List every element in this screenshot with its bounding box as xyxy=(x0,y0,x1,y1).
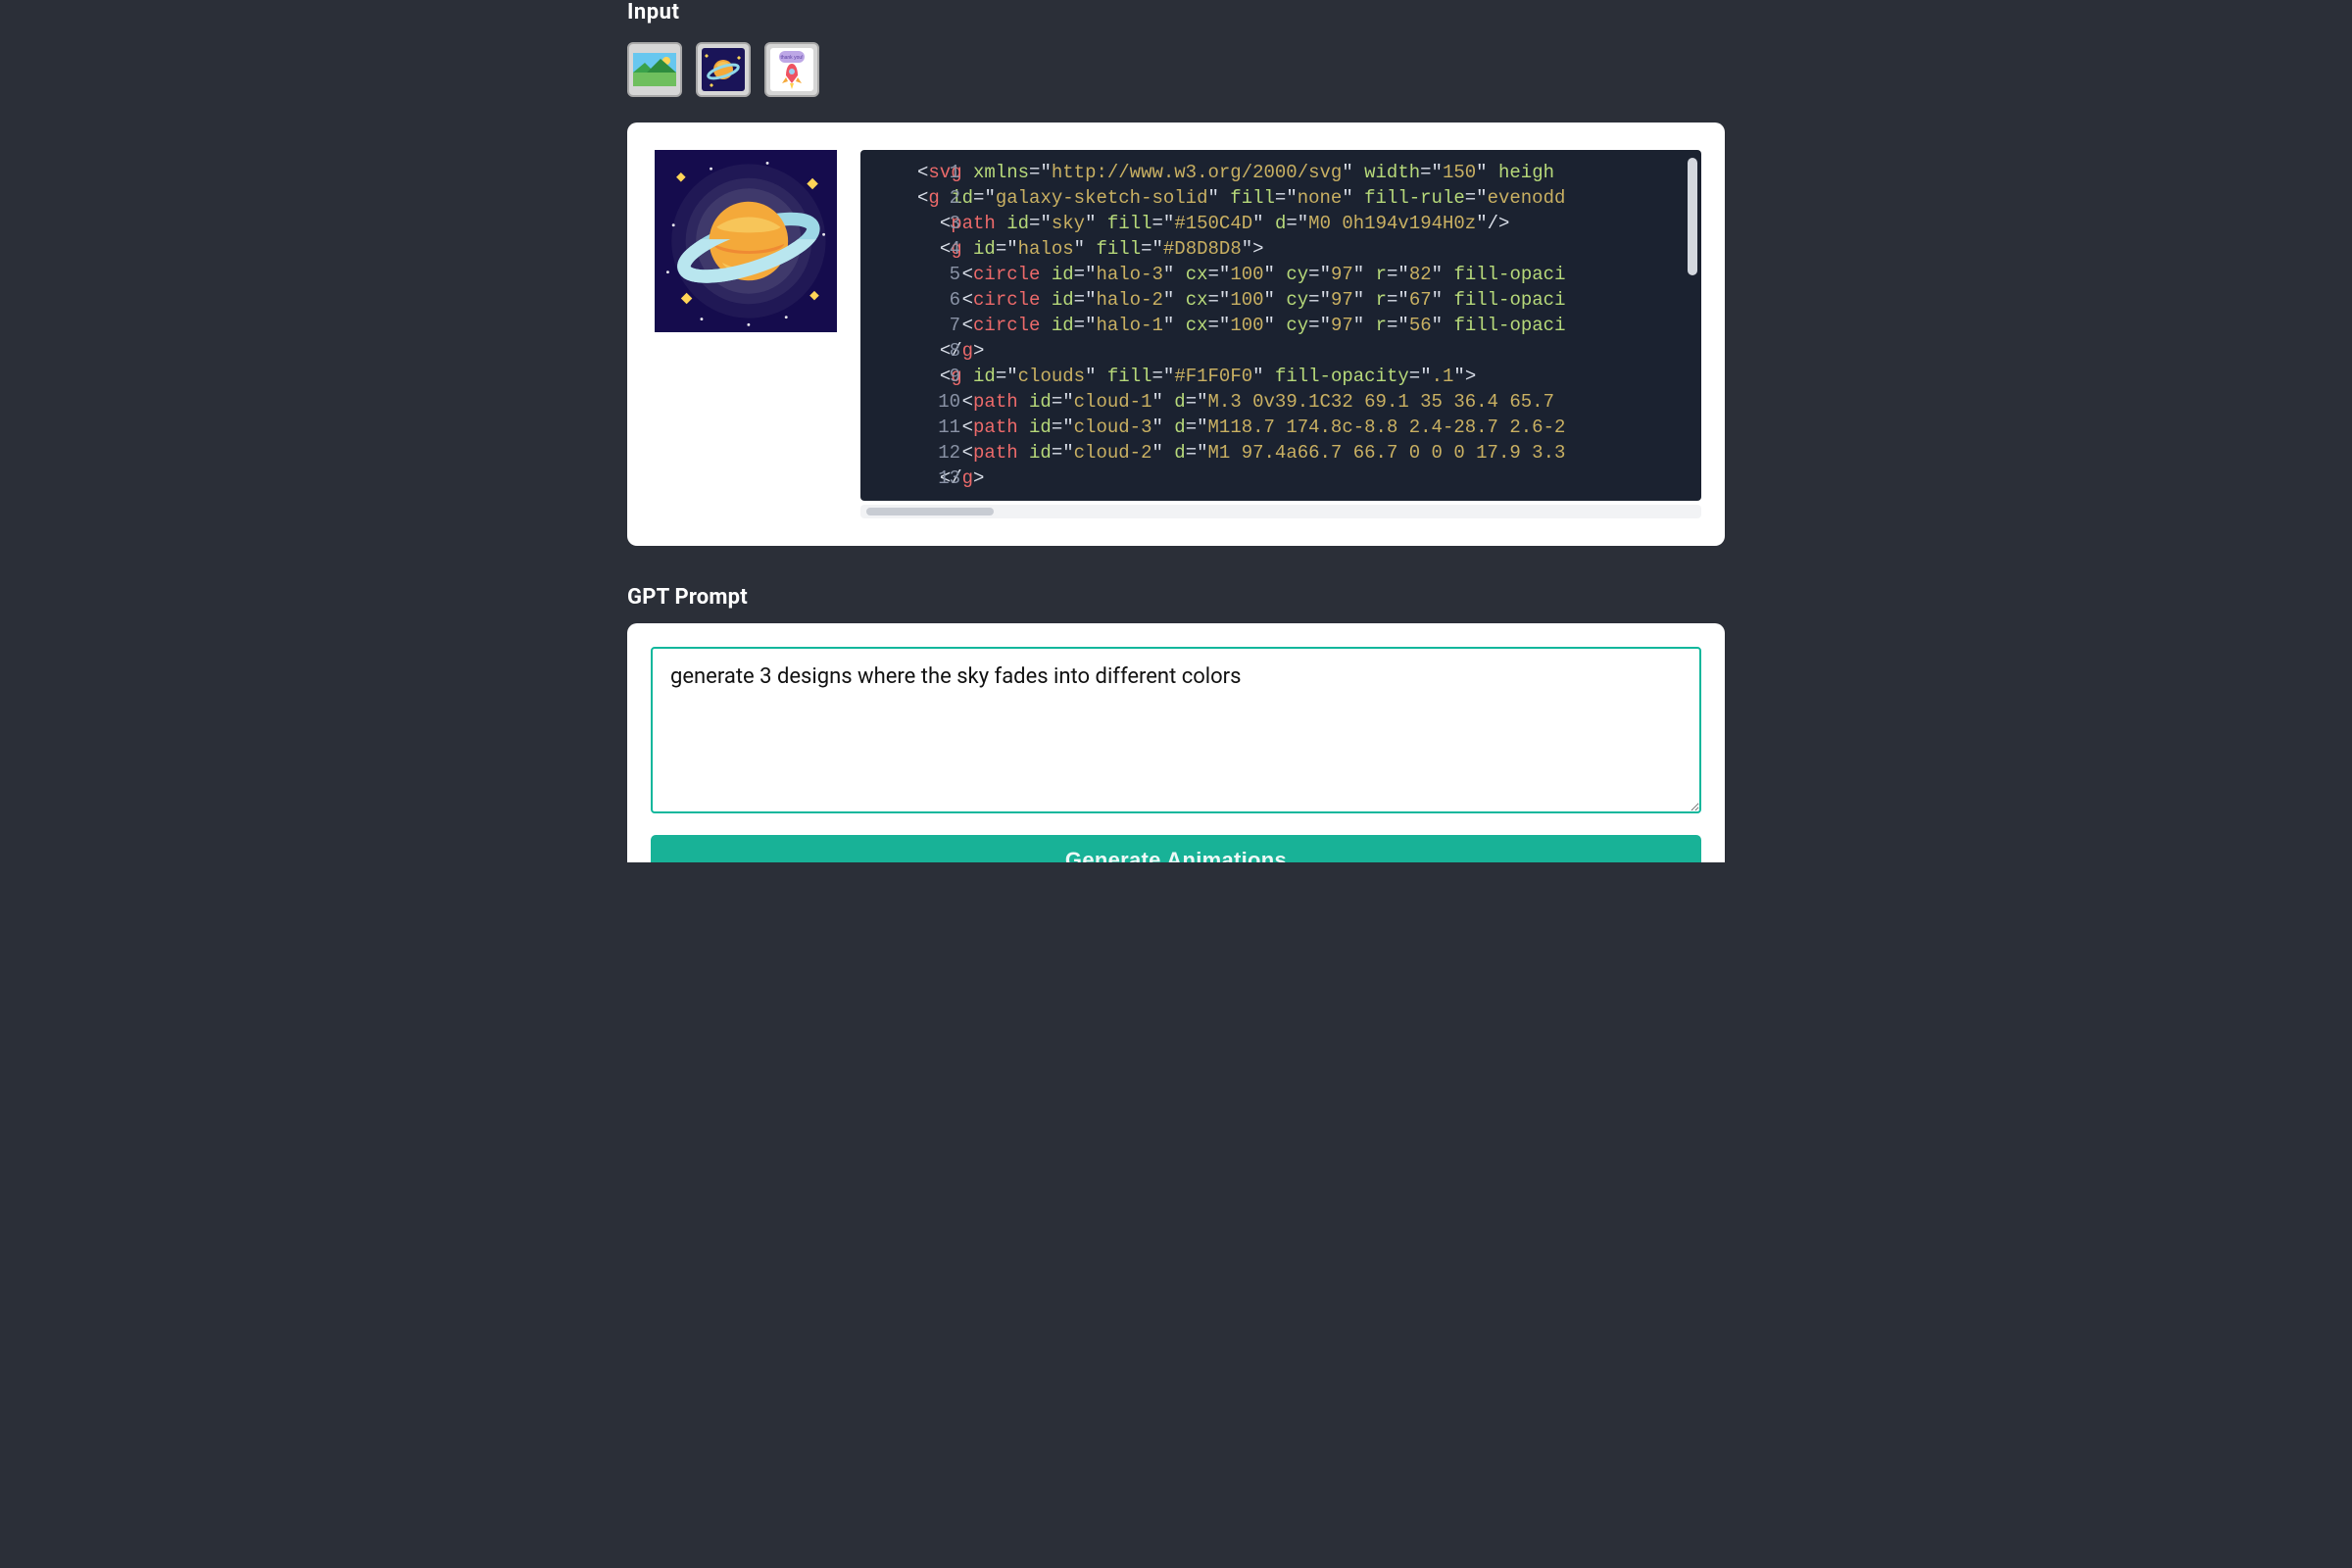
gpt-panel: Generate Animations xyxy=(627,623,1725,862)
landscape-icon xyxy=(633,53,676,86)
input-panel: 1<svg xmlns="http://www.w3.org/2000/svg"… xyxy=(627,122,1725,546)
thumb-rocket[interactable]: thank you! xyxy=(764,42,819,97)
saturn-preview-icon xyxy=(655,150,837,332)
svg-preview xyxy=(655,150,837,332)
code-editor[interactable]: 1<svg xmlns="http://www.w3.org/2000/svg"… xyxy=(860,150,1701,501)
generate-button-label: Generate Animations xyxy=(1065,848,1287,862)
svg-text:thank you!: thank you! xyxy=(780,55,803,61)
saturn-icon xyxy=(702,48,745,91)
input-section-title: Input xyxy=(627,0,1725,24)
prompt-textarea[interactable] xyxy=(651,647,1701,813)
code-horizontal-scrollbar[interactable] xyxy=(860,505,1701,518)
generate-button[interactable]: Generate Animations xyxy=(651,835,1701,862)
code-vertical-scrollbar[interactable] xyxy=(1688,158,1697,479)
rocket-icon: thank you! xyxy=(770,48,813,91)
gpt-section-title: GPT Prompt xyxy=(627,585,1725,610)
input-thumb-row: thank you! xyxy=(627,42,1725,97)
thumb-landscape[interactable] xyxy=(627,42,682,97)
thumb-saturn[interactable] xyxy=(696,42,751,97)
